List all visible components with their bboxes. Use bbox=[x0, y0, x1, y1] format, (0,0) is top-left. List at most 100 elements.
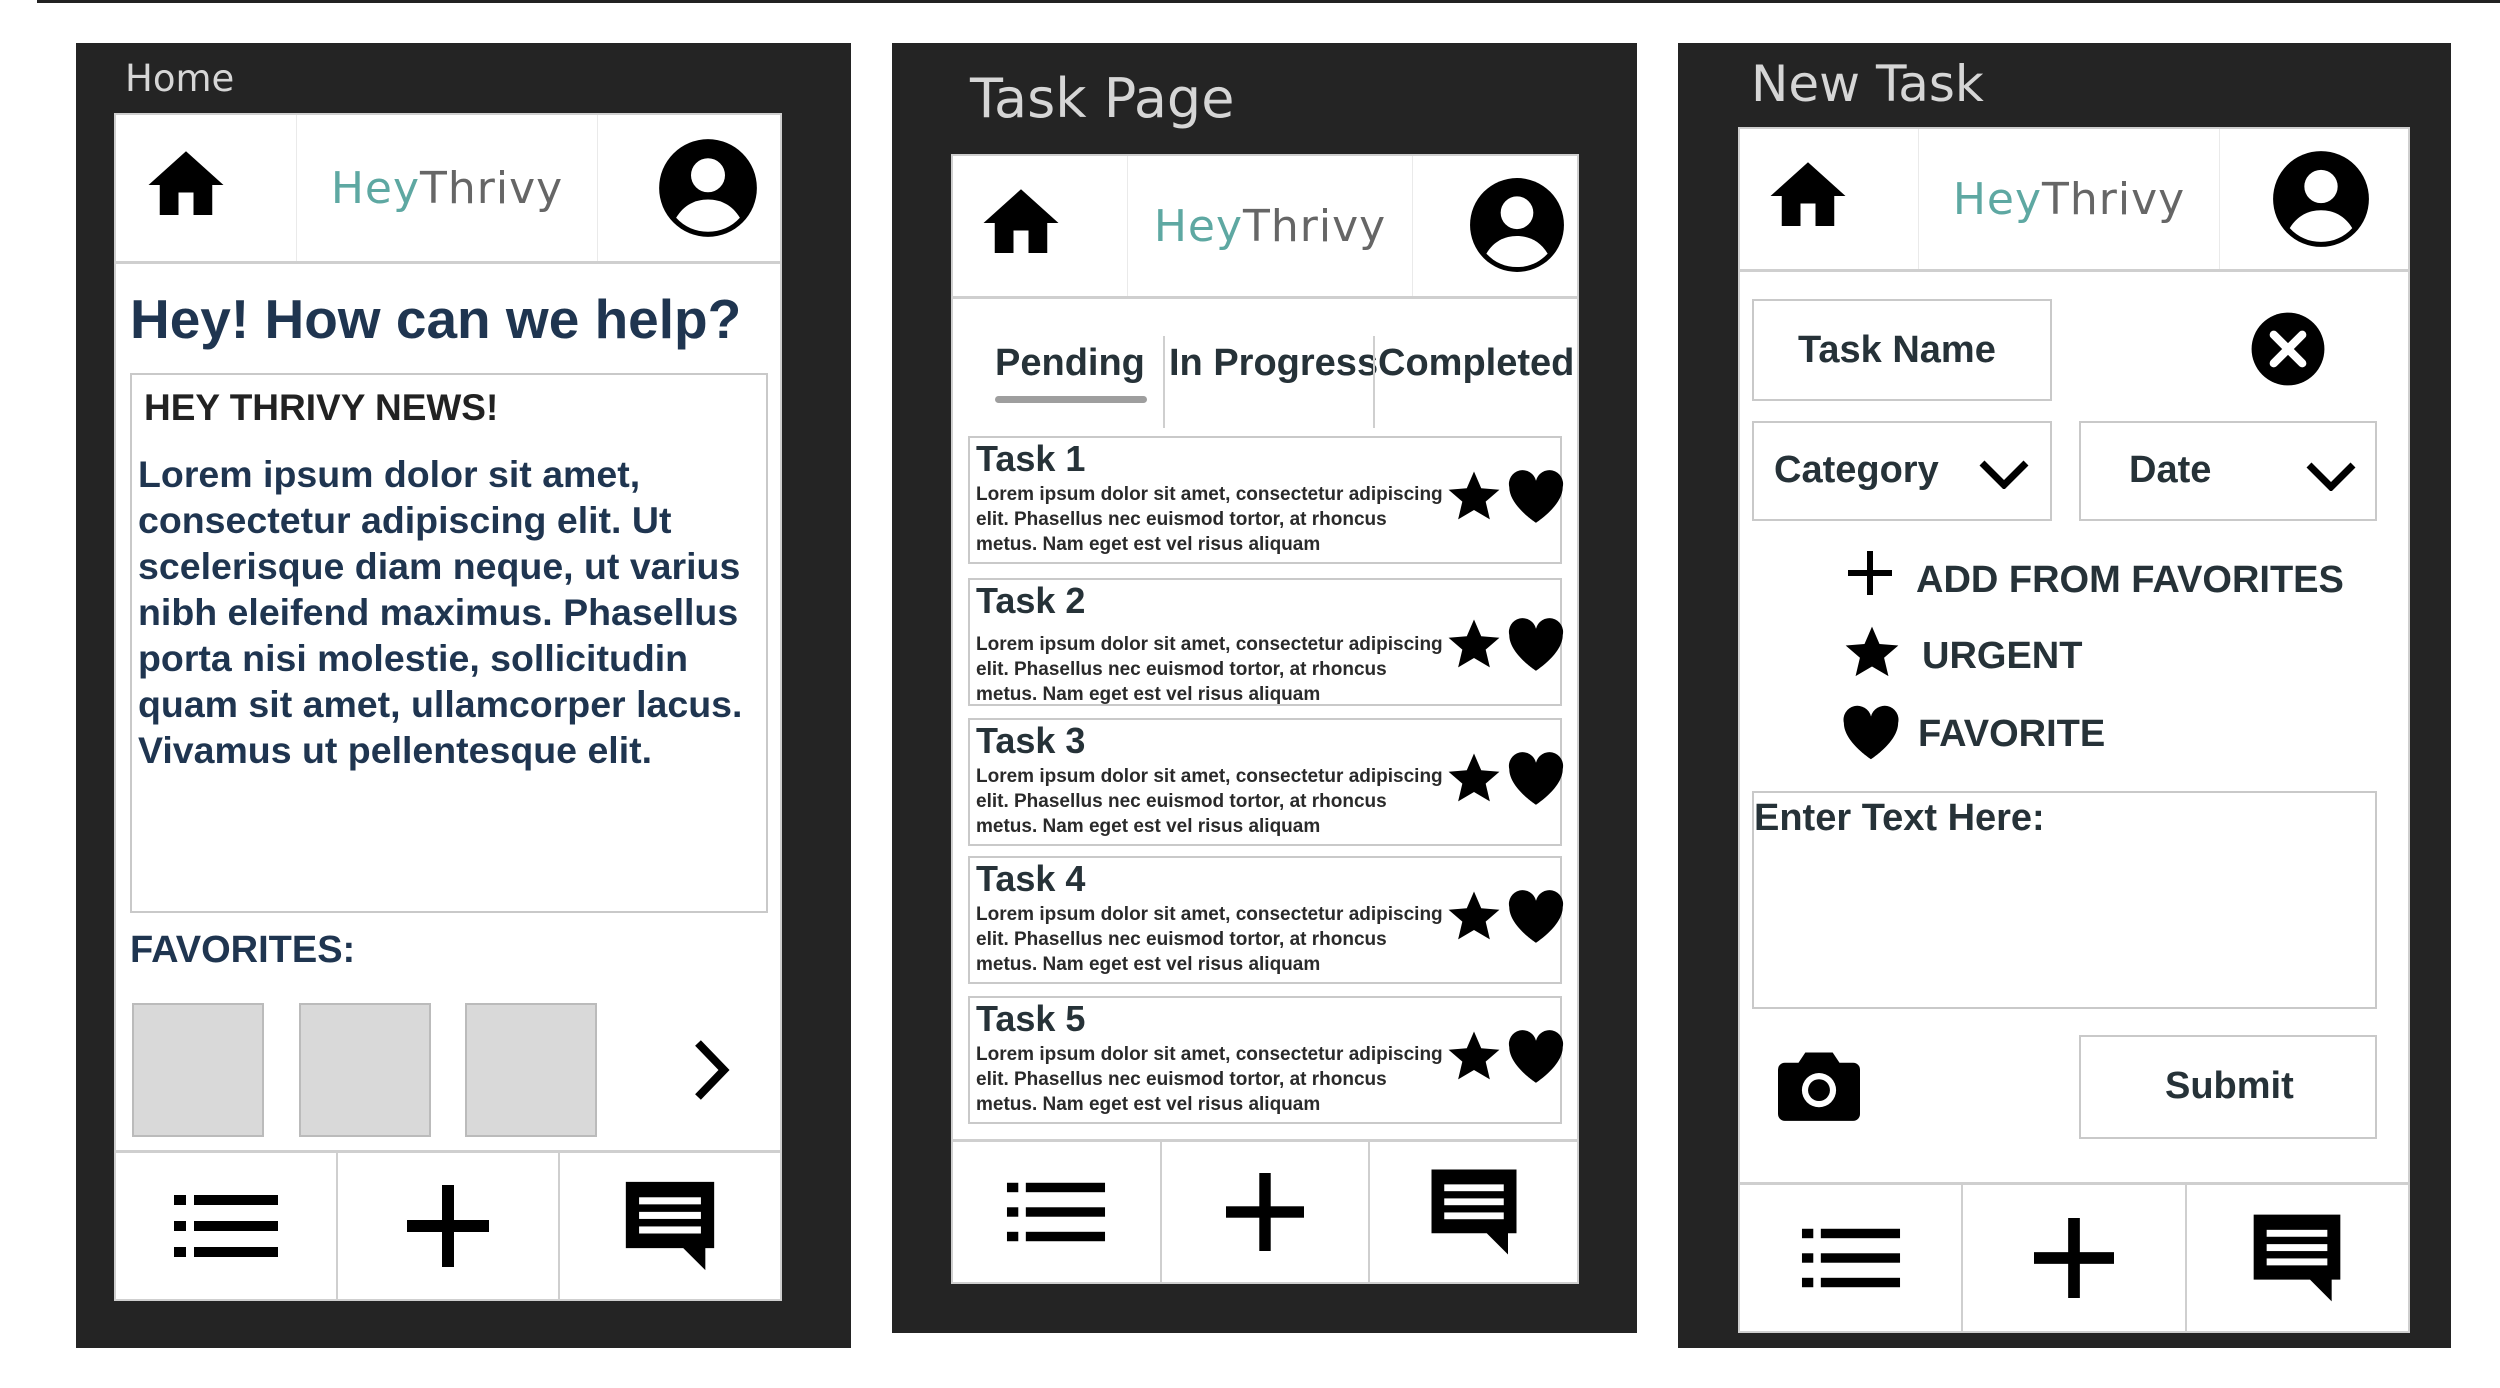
new-task-frame: New Task HeyThrivy Task Name Category Da… bbox=[1678, 43, 2451, 1348]
urgent-option[interactable]: URGENT bbox=[1842, 623, 2242, 689]
plus-icon bbox=[1848, 551, 1892, 595]
add-from-favorites-label: ADD FROM FAVORITES bbox=[1916, 559, 2344, 601]
user-icon[interactable] bbox=[1468, 176, 1566, 279]
task-title: Task 3 bbox=[976, 720, 1086, 761]
logo-text-thrivy: Thrivy bbox=[2042, 173, 2186, 225]
star-icon[interactable] bbox=[1445, 750, 1503, 811]
nav-chat-button[interactable] bbox=[1368, 1142, 1577, 1282]
bottom-nav bbox=[1740, 1182, 2408, 1331]
home-screen: HeyThrivy Hey! How can we help? HEY THRI… bbox=[114, 113, 782, 1301]
category-dropdown[interactable]: Category bbox=[1752, 421, 2052, 521]
logo: HeyThrivy bbox=[296, 115, 598, 261]
favorite-tile[interactable] bbox=[465, 1003, 597, 1137]
favorite-tile[interactable] bbox=[132, 1003, 264, 1137]
plus-icon bbox=[1226, 1173, 1304, 1251]
heart-icon[interactable] bbox=[1505, 750, 1567, 811]
star-icon[interactable] bbox=[1445, 1028, 1503, 1089]
task-title: Task 4 bbox=[976, 858, 1086, 899]
camera-icon[interactable] bbox=[1778, 1049, 1860, 1126]
task-page-frame: Task Page HeyThrivy Pending In Progress … bbox=[892, 43, 1637, 1333]
task-description: Lorem ipsum dolor sit amet, consectetur … bbox=[976, 484, 1443, 555]
chevron-right-icon[interactable] bbox=[688, 1035, 732, 1110]
chat-icon bbox=[2253, 1214, 2341, 1302]
logo: HeyThrivy bbox=[1127, 156, 1413, 296]
app-header: HeyThrivy bbox=[953, 156, 1577, 299]
nav-add-button[interactable] bbox=[1961, 1185, 2184, 1331]
logo-text-hey: Hey bbox=[1952, 173, 2043, 225]
tab-active-underline bbox=[995, 396, 1147, 403]
task-description: Lorem ipsum dolor sit amet, consectetur … bbox=[976, 1044, 1443, 1115]
task-description: Lorem ipsum dolor sit amet, consectetur … bbox=[976, 634, 1443, 705]
home-icon[interactable] bbox=[138, 140, 234, 235]
logo-text-hey: Hey bbox=[330, 162, 421, 214]
tab-divider bbox=[1373, 336, 1375, 428]
frame-title-new-task: New Task bbox=[1751, 55, 1984, 113]
star-icon[interactable] bbox=[1445, 616, 1503, 677]
task-title: Task 1 bbox=[976, 438, 1086, 479]
task-card[interactable]: Task 3 Lorem ipsum dolor sit amet, conse… bbox=[968, 718, 1564, 846]
tab-divider bbox=[1163, 336, 1165, 428]
heart-icon[interactable] bbox=[1505, 616, 1567, 677]
add-from-favorites-option[interactable]: ADD FROM FAVORITES bbox=[1848, 549, 2368, 609]
date-dropdown[interactable]: Date bbox=[2079, 421, 2377, 521]
text-placeholder: Enter Text Here: bbox=[1754, 797, 2045, 839]
chat-icon bbox=[625, 1181, 715, 1271]
user-icon[interactable] bbox=[657, 137, 759, 244]
close-icon[interactable] bbox=[2250, 311, 2326, 392]
category-label: Category bbox=[1774, 449, 1939, 491]
nav-list-button[interactable] bbox=[953, 1142, 1160, 1282]
favorite-option[interactable]: FAVORITE bbox=[1840, 703, 2240, 769]
task-card[interactable]: Task 1 Lorem ipsum dolor sit amet, conse… bbox=[968, 436, 1564, 564]
nav-add-button[interactable] bbox=[1159, 1142, 1369, 1282]
tab-in-progress[interactable]: In Progress bbox=[1169, 342, 1378, 385]
nav-chat-button[interactable] bbox=[558, 1153, 780, 1299]
star-icon[interactable] bbox=[1445, 468, 1503, 529]
heart-icon[interactable] bbox=[1505, 888, 1567, 949]
urgent-label: URGENT bbox=[1922, 635, 2083, 677]
top-divider bbox=[37, 0, 2500, 3]
frame-title-task-page: Task Page bbox=[970, 67, 1235, 130]
app-header: HeyThrivy bbox=[116, 115, 780, 264]
task-notes-textarea[interactable]: Enter Text Here: bbox=[1752, 791, 2377, 1009]
nav-list-button[interactable] bbox=[116, 1153, 336, 1299]
frame-title-home: Home bbox=[125, 57, 235, 100]
task-card[interactable]: Task 5 Lorem ipsum dolor sit amet, conse… bbox=[968, 996, 1564, 1124]
logo-text-thrivy: Thrivy bbox=[1243, 200, 1387, 252]
task-card[interactable]: Task 4 Lorem ipsum dolor sit amet, conse… bbox=[968, 856, 1564, 984]
star-icon[interactable] bbox=[1445, 888, 1503, 949]
star-icon bbox=[1845, 626, 1899, 677]
chevron-down-icon bbox=[2306, 462, 2356, 491]
favorites-label: FAVORITES: bbox=[130, 929, 356, 971]
submit-label: Submit bbox=[2165, 1065, 2294, 1107]
task-title: Task 2 bbox=[976, 580, 1086, 621]
logo-text-thrivy: Thrivy bbox=[420, 162, 564, 214]
task-name-field[interactable]: Task Name bbox=[1752, 299, 2052, 401]
list-icon bbox=[174, 1195, 278, 1257]
plus-icon bbox=[2033, 1218, 2114, 1298]
submit-button[interactable]: Submit bbox=[2079, 1035, 2377, 1139]
task-card[interactable]: Task 2 Lorem ipsum dolor sit amet, conse… bbox=[968, 578, 1564, 706]
list-icon bbox=[1007, 1182, 1106, 1242]
favorite-tile[interactable] bbox=[299, 1003, 431, 1137]
nav-list-button[interactable] bbox=[1740, 1185, 1961, 1331]
news-title: HEY THRIVY NEWS! bbox=[144, 387, 499, 428]
heart-icon bbox=[1843, 705, 1899, 760]
user-icon[interactable] bbox=[2271, 149, 2371, 254]
home-icon[interactable] bbox=[973, 178, 1069, 273]
plus-icon bbox=[407, 1185, 489, 1267]
home-icon[interactable] bbox=[1760, 151, 1856, 246]
bottom-nav bbox=[953, 1139, 1577, 1282]
heart-icon[interactable] bbox=[1505, 468, 1567, 529]
heart-icon[interactable] bbox=[1505, 1028, 1567, 1089]
chat-icon bbox=[1431, 1169, 1517, 1255]
task-description: Lorem ipsum dolor sit amet, consectetur … bbox=[976, 904, 1443, 975]
favorite-label: FAVORITE bbox=[1918, 713, 2106, 755]
nav-add-button[interactable] bbox=[336, 1153, 558, 1299]
tab-pending[interactable]: Pending bbox=[995, 342, 1145, 385]
date-label: Date bbox=[2129, 449, 2212, 491]
tab-completed[interactable]: Completed bbox=[1378, 342, 1574, 385]
nav-chat-button[interactable] bbox=[2184, 1185, 2408, 1331]
task-name-placeholder: Task Name bbox=[1798, 329, 1996, 371]
logo: HeyThrivy bbox=[1918, 129, 2220, 269]
new-task-screen: HeyThrivy Task Name Category Date ADD FR… bbox=[1738, 127, 2410, 1333]
